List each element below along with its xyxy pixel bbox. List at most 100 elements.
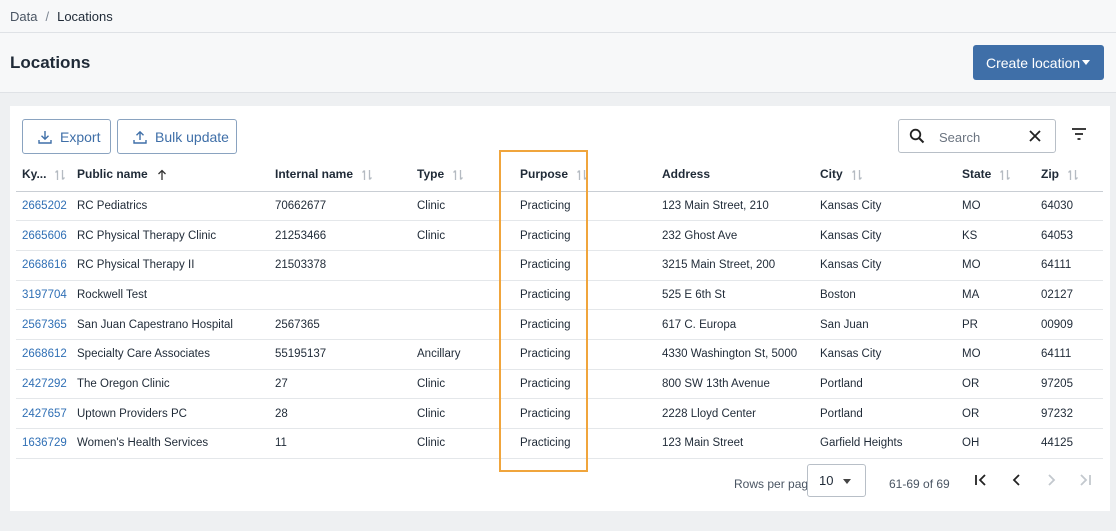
first-page-icon[interactable] <box>974 473 988 487</box>
location-key-link[interactable]: 2668616 <box>22 259 67 271</box>
cell-internal-name: 28 <box>269 398 411 429</box>
cell-purpose: Practicing <box>514 280 656 311</box>
location-key-link[interactable]: 3197704 <box>22 289 67 301</box>
cell-public-name: Rockwell Test <box>71 280 269 311</box>
column-header-label: State <box>962 167 992 182</box>
cell-address: 525 E 6th St <box>656 280 814 311</box>
bulk-update-button[interactable]: Bulk update <box>117 119 237 154</box>
cell-state: MA <box>956 280 1035 311</box>
column-header-state[interactable]: State <box>956 158 1035 192</box>
cell-city: Portland <box>814 369 956 400</box>
location-key-link[interactable]: 2427657 <box>22 408 67 420</box>
cell-type <box>411 250 514 281</box>
search-field[interactable] <box>898 119 1056 153</box>
column-header-label: Zip <box>1041 167 1059 182</box>
search-input[interactable] <box>939 127 1024 147</box>
pagination: Rows per page 10 61-69 of 69 <box>10 464 1110 504</box>
table-row[interactable]: 2668616 RC Physical Therapy II 21503378 Pra… <box>16 250 1103 281</box>
column-header-label: Address <box>662 167 711 181</box>
cell-zip: 64111 <box>1035 339 1103 370</box>
column-header-address: Address <box>656 158 814 192</box>
cell-key: 1636729 <box>16 428 71 459</box>
column-header-label: Purpose <box>520 167 569 182</box>
cell-state: MO <box>956 250 1035 281</box>
export-label: Export <box>60 128 101 145</box>
table-row[interactable]: 2665606 RC Physical Therapy Clinic 2125346… <box>16 220 1103 251</box>
next-page-icon[interactable] <box>1044 473 1058 487</box>
column-header-public-name[interactable]: Public name <box>71 158 269 192</box>
location-key-link[interactable]: 2665202 <box>22 200 67 212</box>
cell-city: Kansas City <box>814 250 956 281</box>
sort-icon[interactable] <box>1067 169 1079 181</box>
sort-ascending-icon[interactable] <box>156 169 168 181</box>
table-row[interactable]: 3197704 Rockwell Test Practicing 525 E 6th … <box>16 280 1103 311</box>
cell-address: 2228 Lloyd Center <box>656 398 814 429</box>
close-icon[interactable] <box>1028 129 1042 143</box>
cell-type: Clinic <box>411 428 514 459</box>
cell-key: 2427657 <box>16 398 71 429</box>
create-location-button[interactable]: Create location <box>973 45 1104 80</box>
table-row[interactable]: 2668612 Specialty Care Associates 55195137… <box>16 339 1103 370</box>
cell-public-name: RC Physical Therapy II <box>71 250 269 281</box>
table-header-row: Ky... Public name Internal name Type Purpose… <box>16 158 1103 192</box>
sort-icon[interactable] <box>851 169 863 181</box>
bulk-update-label: Bulk update <box>155 128 229 145</box>
cell-state: OR <box>956 398 1035 429</box>
cell-public-name: Women's Health Services <box>71 428 269 459</box>
cell-type <box>411 280 514 311</box>
sort-icon[interactable] <box>999 169 1011 181</box>
cell-zip: 64030 <box>1035 191 1103 222</box>
table-row[interactable]: 2567365 San Juan Capestrano Hospital 25673… <box>16 309 1103 340</box>
column-header-purpose[interactable]: Purpose <box>514 158 656 192</box>
column-header-label: Internal name <box>275 167 354 182</box>
cell-internal-name: 21253466 <box>269 220 411 251</box>
cell-zip: 00909 <box>1035 309 1103 340</box>
cell-key: 3197704 <box>16 280 71 311</box>
column-header-zip[interactable]: Zip <box>1035 158 1103 192</box>
column-header-type[interactable]: Type <box>411 158 514 192</box>
cell-key: 2665202 <box>16 191 71 222</box>
location-key-link[interactable]: 2567365 <box>22 319 67 331</box>
cell-public-name: Specialty Care Associates <box>71 339 269 370</box>
location-key-link[interactable]: 1636729 <box>22 437 67 449</box>
cell-type: Clinic <box>411 369 514 400</box>
export-button[interactable]: Export <box>22 119 111 154</box>
cell-city: Kansas City <box>814 191 956 222</box>
cell-state: KS <box>956 220 1035 251</box>
table-row[interactable]: 2427292 The Oregon Clinic 27 Clinic Practici… <box>16 369 1103 400</box>
column-header-internal-name[interactable]: Internal name <box>269 158 411 192</box>
table-row[interactable]: 1636729 Women's Health Services 11 Clinic Pr… <box>16 428 1103 459</box>
cell-internal-name: 55195137 <box>269 339 411 370</box>
breadcrumb: Data / Locations <box>0 0 1116 33</box>
sort-icon[interactable] <box>452 169 464 181</box>
rows-per-page-value: 10 <box>819 473 834 488</box>
location-key-link[interactable]: 2668612 <box>22 348 67 360</box>
sort-icon[interactable] <box>54 169 66 181</box>
cell-purpose: Practicing <box>514 220 656 251</box>
column-header-city[interactable]: City <box>814 158 956 192</box>
chevron-down-icon <box>1082 60 1090 65</box>
sort-icon[interactable] <box>361 169 373 181</box>
page-title: Locations <box>10 53 91 72</box>
cell-address: 3215 Main Street, 200 <box>656 250 814 281</box>
rows-per-page-select[interactable]: 10 <box>807 464 866 497</box>
filter-icon[interactable] <box>1071 128 1087 140</box>
last-page-icon[interactable] <box>1078 473 1092 487</box>
search-icon <box>909 128 925 144</box>
cell-public-name: San Juan Capestrano Hospital <box>71 309 269 340</box>
cell-type: Clinic <box>411 191 514 222</box>
location-key-link[interactable]: 2427292 <box>22 378 67 390</box>
previous-page-icon[interactable] <box>1010 473 1024 487</box>
cell-internal-name: 21503378 <box>269 250 411 281</box>
cell-key: 2668612 <box>16 339 71 370</box>
table-row[interactable]: 2665202 RC Pediatrics 70662677 Clinic Practi… <box>16 191 1103 222</box>
breadcrumb-root[interactable]: Data <box>10 9 37 24</box>
cell-purpose: Practicing <box>514 339 656 370</box>
column-header-key[interactable]: Ky... <box>16 158 71 192</box>
cell-zip: 02127 <box>1035 280 1103 311</box>
cell-key: 2665606 <box>16 220 71 251</box>
cell-zip: 44125 <box>1035 428 1103 459</box>
location-key-link[interactable]: 2665606 <box>22 230 67 242</box>
table-row[interactable]: 2427657 Uptown Providers PC 28 Clinic Practi… <box>16 398 1103 429</box>
sort-icon[interactable] <box>576 169 588 181</box>
